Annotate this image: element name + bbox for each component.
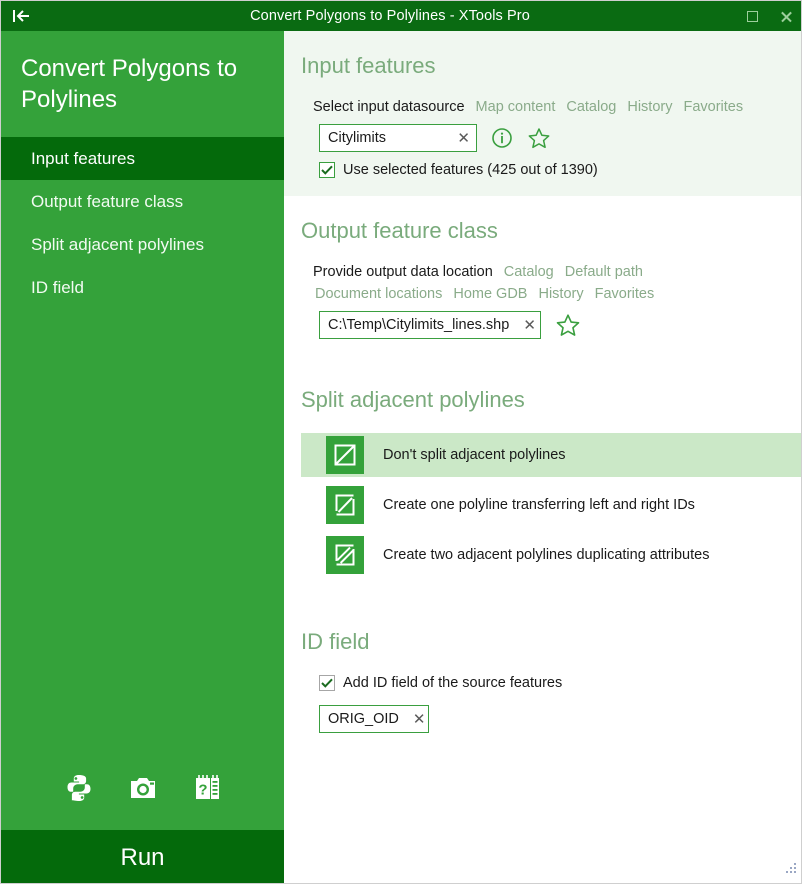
split-option-one-polyline[interactable]: Create one polyline transferring left an… — [301, 483, 801, 527]
add-id-field-checkbox[interactable] — [319, 675, 335, 691]
input-datasource-field-row: Citylimits ✕ — [301, 124, 801, 152]
split-option-label: Create one polyline transferring left an… — [383, 497, 695, 513]
sidebar-item-output-feature-class[interactable]: Output feature class — [1, 180, 284, 223]
input-info-button[interactable] — [491, 127, 513, 149]
clear-output-path-icon[interactable]: ✕ — [509, 318, 536, 333]
link-output-catalog[interactable]: Catalog — [504, 264, 554, 280]
no-split-square-icon — [326, 436, 364, 474]
sidebar-item-label: Output feature class — [31, 191, 184, 211]
python-icon[interactable] — [63, 772, 95, 804]
sidebar-tool-icons: ? — [1, 772, 284, 830]
clear-id-field-icon[interactable]: ✕ — [399, 712, 426, 727]
sidebar-item-label: ID field — [31, 277, 84, 297]
checkmark-icon — [321, 165, 333, 175]
input-datasource-value: Citylimits — [328, 130, 386, 146]
help-book-icon[interactable]: ? — [191, 772, 223, 804]
sidebar-item-label: Split adjacent polylines — [31, 234, 204, 254]
run-button[interactable]: Run — [1, 830, 284, 883]
split-one-polyline-icon — [326, 486, 364, 524]
use-selected-features-checkbox[interactable] — [319, 162, 335, 178]
clear-input-datasource-icon[interactable]: ✕ — [443, 131, 470, 146]
input-features-heading: Input features — [301, 53, 436, 78]
add-id-field-row[interactable]: Add ID field of the source features — [301, 675, 801, 691]
output-location-prompt-row: Provide output data location Catalog Def… — [301, 264, 801, 280]
split-option-dont-split[interactable]: Don't split adjacent polylines — [301, 433, 801, 477]
output-path-value: C:\Temp\Citylimits_lines.shp — [328, 317, 510, 333]
close-icon — [780, 10, 793, 23]
link-catalog[interactable]: Catalog — [566, 99, 616, 115]
split-two-polylines-icon — [326, 536, 364, 574]
input-datasource-field[interactable]: Citylimits ✕ — [319, 124, 477, 152]
resize-grip[interactable] — [783, 861, 797, 880]
svg-text:?: ? — [198, 782, 207, 799]
section-input-features: Input features Select input datasource M… — [284, 31, 801, 196]
link-favorites[interactable]: Favorites — [683, 99, 743, 115]
window-controls — [735, 1, 801, 31]
link-output-default-path[interactable]: Default path — [565, 264, 643, 280]
id-field-value-row: ORIG_OID ✕ — [301, 705, 801, 733]
close-button[interactable] — [769, 1, 801, 31]
info-icon — [492, 128, 512, 148]
link-map-content[interactable]: Map content — [476, 99, 556, 115]
run-button-label: Run — [120, 843, 165, 871]
link-history[interactable]: History — [627, 99, 672, 115]
input-favorite-button[interactable] — [527, 127, 551, 150]
input-datasource-prompt-row: Select input datasource Map content Cata… — [301, 99, 801, 115]
section-id-field: ID field Add ID field of the source feat… — [284, 583, 801, 733]
provide-output-location-label: Provide output data location — [313, 264, 493, 280]
output-favorite-button[interactable] — [555, 313, 581, 338]
id-field-value: ORIG_OID — [328, 711, 399, 727]
split-option-label: Create two adjacent polylines duplicatin… — [383, 547, 710, 563]
sidebar: Convert Polygons to Polylines Input feat… — [1, 31, 284, 883]
sidebar-nav: Input features Output feature class Spli… — [1, 137, 284, 309]
link-document-locations[interactable]: Document locations — [315, 286, 442, 302]
sidebar-item-label: Input features — [31, 148, 135, 168]
maximize-icon — [746, 10, 758, 22]
camera-icon[interactable] — [127, 772, 159, 804]
output-location-links-row2: Document locations Home GDB History Favo… — [301, 286, 801, 302]
output-feature-class-heading: Output feature class — [301, 218, 498, 243]
back-arrow-icon[interactable] — [1, 1, 45, 31]
maximize-button[interactable] — [735, 1, 769, 31]
sidebar-item-input-features[interactable]: Input features — [1, 137, 284, 180]
id-field-input[interactable]: ORIG_OID ✕ — [319, 705, 429, 733]
content-panel: Input features Select input datasource M… — [284, 31, 801, 883]
link-output-favorites[interactable]: Favorites — [595, 286, 655, 302]
add-id-field-label: Add ID field of the source features — [343, 675, 563, 691]
output-path-field[interactable]: C:\Temp\Citylimits_lines.shp ✕ — [319, 311, 541, 339]
checkmark-icon — [321, 678, 333, 688]
section-split-adjacent-polylines: Split adjacent polylines Don't split adj… — [284, 339, 801, 577]
split-option-list: Don't split adjacent polylines Create on… — [301, 433, 801, 577]
sidebar-item-split-adjacent-polylines[interactable]: Split adjacent polylines — [1, 223, 284, 266]
section-output-feature-class: Output feature class Provide output data… — [284, 196, 801, 339]
link-home-gdb[interactable]: Home GDB — [453, 286, 527, 302]
split-option-label: Don't split adjacent polylines — [383, 447, 566, 463]
split-adjacent-polylines-heading: Split adjacent polylines — [301, 387, 525, 412]
use-selected-features-label: Use selected features (425 out of 1390) — [343, 162, 598, 178]
id-field-heading: ID field — [301, 629, 370, 654]
sidebar-item-id-field[interactable]: ID field — [1, 266, 284, 309]
star-icon — [528, 127, 550, 148]
star-icon — [556, 313, 580, 336]
tool-heading: Convert Polygons to Polylines — [21, 55, 238, 113]
select-input-datasource-label: Select input datasource — [313, 99, 465, 115]
output-path-field-row: C:\Temp\Citylimits_lines.shp ✕ — [301, 311, 801, 339]
split-option-two-polylines[interactable]: Create two adjacent polylines duplicatin… — [301, 533, 801, 577]
title-bar: Convert Polygons to Polylines - XTools P… — [1, 1, 801, 31]
use-selected-features-row[interactable]: Use selected features (425 out of 1390) — [301, 162, 801, 178]
link-output-history[interactable]: History — [538, 286, 583, 302]
window-title: Convert Polygons to Polylines - XTools P… — [250, 8, 530, 24]
xtools-pro-window: Convert Polygons to Polylines - XTools P… — [0, 0, 802, 884]
